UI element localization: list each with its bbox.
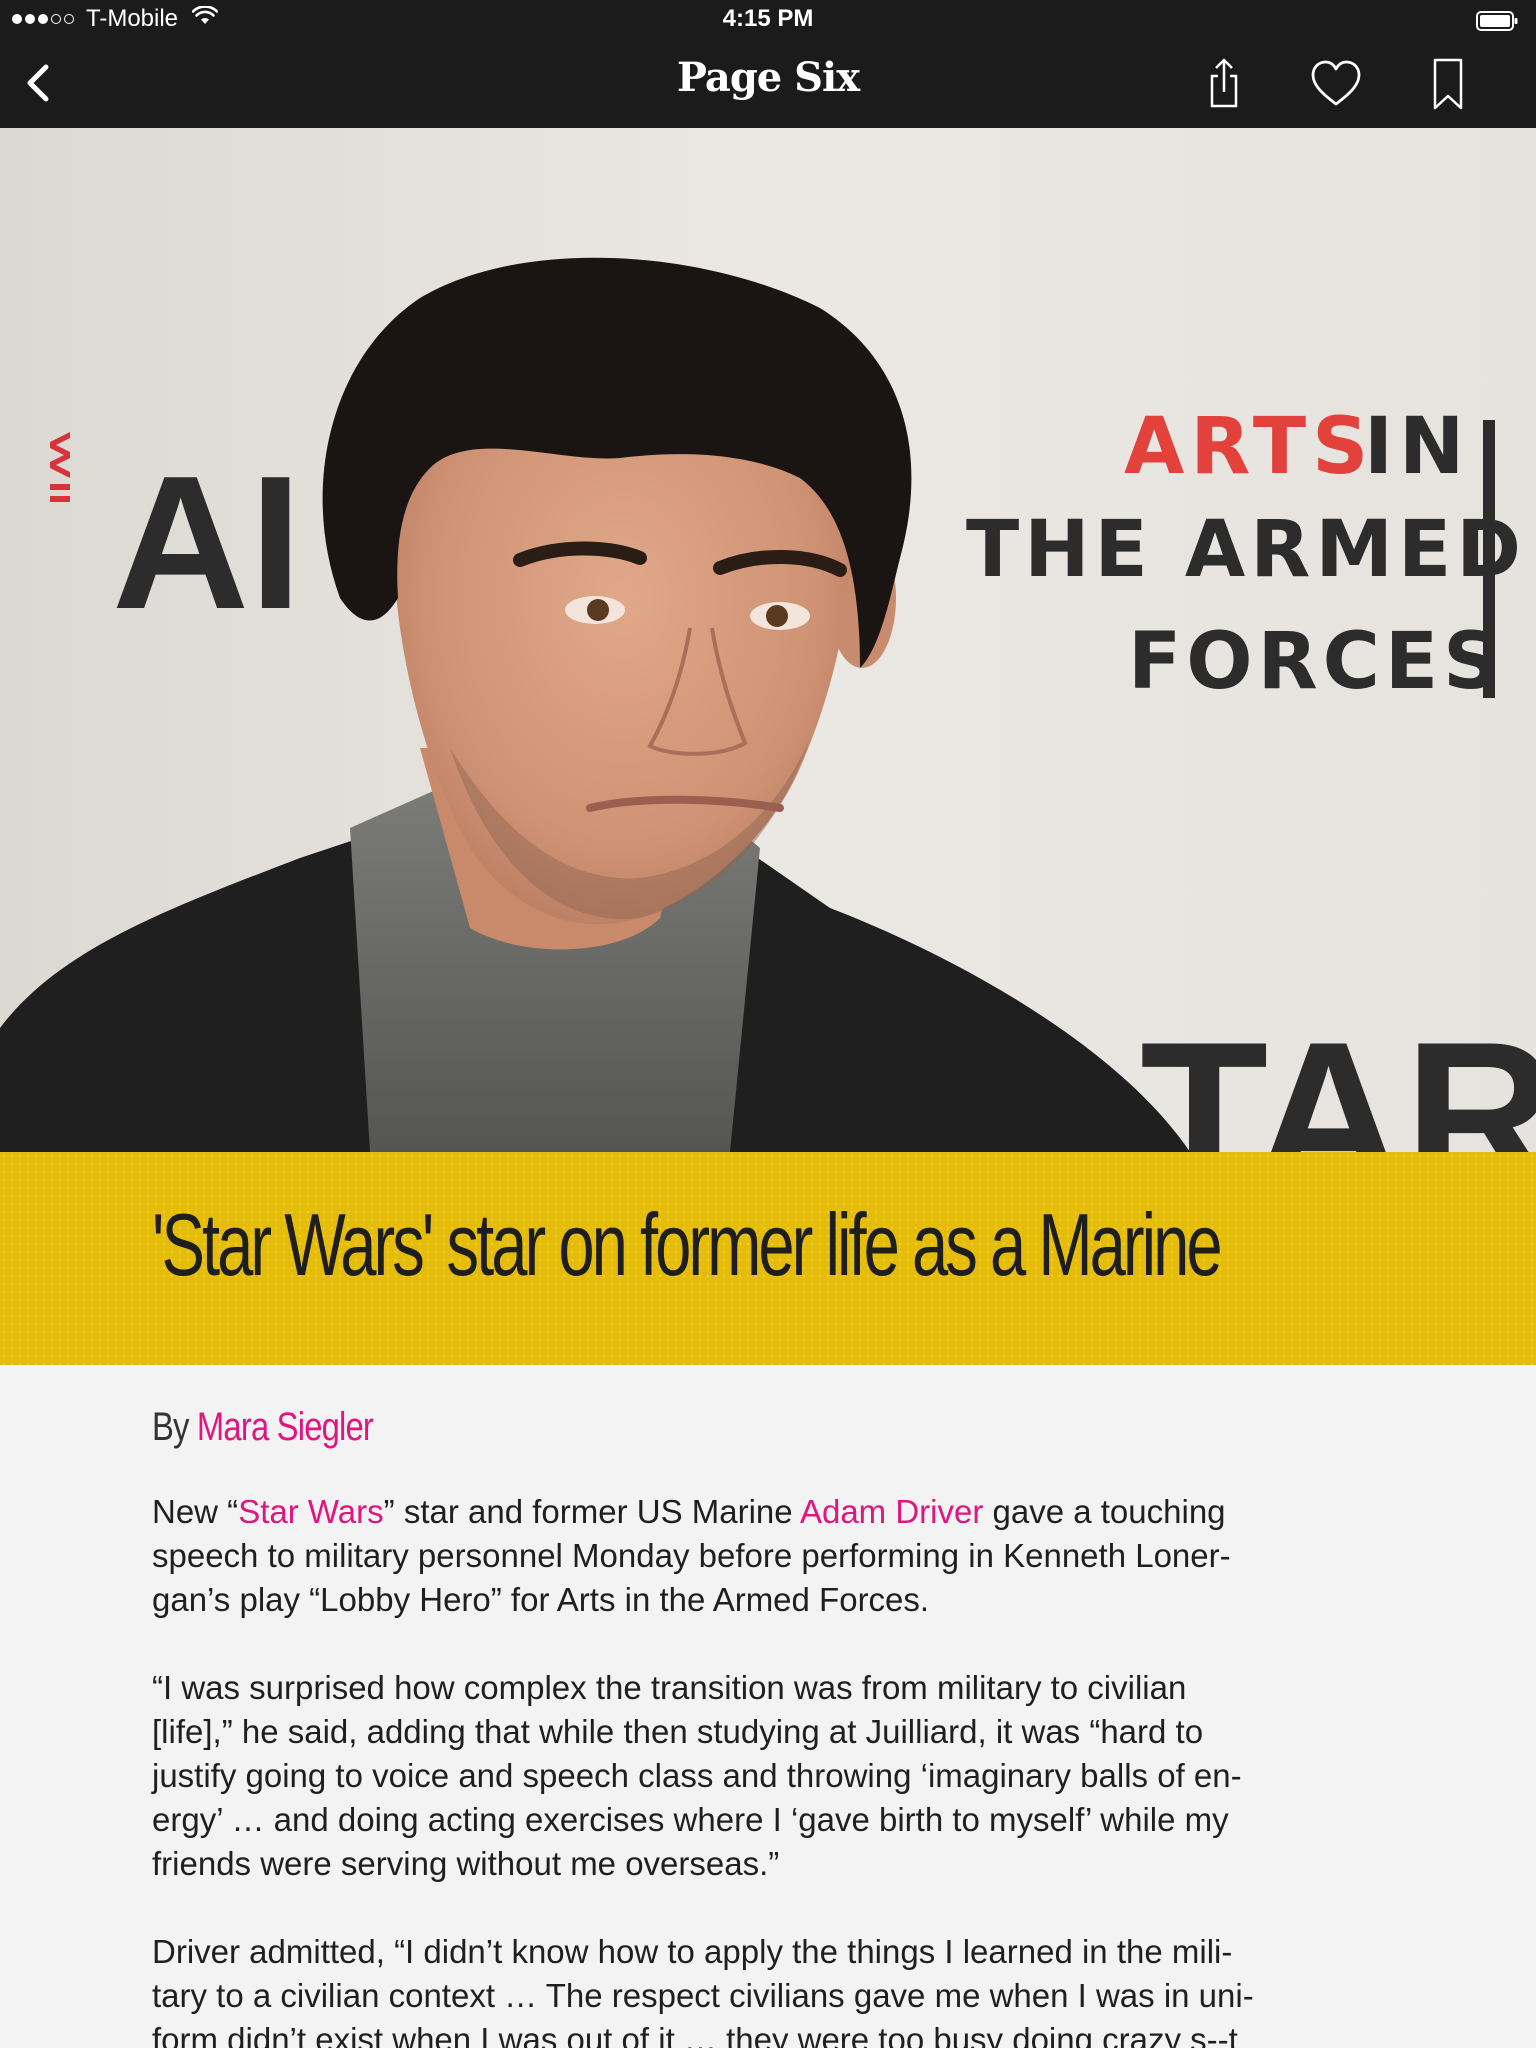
paragraph-text: New “ <box>152 1493 239 1530</box>
article-paragraph: “I was surprised how complex the transit… <box>152 1666 1382 1886</box>
paragraph-text: ” star and former US Marine <box>383 1493 800 1530</box>
paragraph-text: “I was surprised how complex the transit… <box>152 1669 1187 1706</box>
backdrop-divider <box>1483 420 1495 698</box>
paragraph-text: tary to a civilian context … The respect… <box>152 1977 1254 2014</box>
backdrop-bottom-text: TAR <box>1140 998 1536 1152</box>
like-button[interactable] <box>1306 54 1366 114</box>
adam-driver-link[interactable]: Adam Driver <box>800 1493 983 1530</box>
star-wars-link[interactable]: Star Wars <box>238 1493 383 1530</box>
battery-icon <box>1476 10 1518 31</box>
hero-photo: AI ARTS IN THE ARMED FORCES TAR <box>0 128 1536 1152</box>
article-body: By Mara Siegler New “Star Wars” star and… <box>152 1365 1382 2048</box>
bookmark-button[interactable] <box>1418 54 1478 114</box>
app-screen: T-Mobile 4:15 PM Page Six AI ARTS IN THE… <box>0 0 1536 2048</box>
byline: By Mara Siegler <box>152 1405 1161 1450</box>
author-link[interactable]: Mara Siegler <box>197 1405 374 1449</box>
nav-bar: Page Six <box>0 40 1536 128</box>
paragraph-text: ergy’ … and doing acting exercises where… <box>152 1801 1229 1838</box>
backdrop-line-arts: ARTS <box>1124 402 1374 492</box>
article-paragraph: New “Star Wars” star and former US Marin… <box>152 1490 1382 1622</box>
paragraph-text: gan’s play “Lobby Hero” for Arts in the … <box>152 1581 930 1618</box>
headline-banner: 'Star Wars' star on former life as a Mar… <box>0 1152 1536 1365</box>
paragraph-text: form didn’t exist when I was out of it …… <box>152 2021 1238 2048</box>
byline-prefix: By <box>152 1405 197 1449</box>
bookmark-icon <box>1433 58 1463 110</box>
backdrop-line-armed: THE ARMED <box>966 505 1526 595</box>
heart-icon <box>1311 60 1361 106</box>
paragraph-text: gave a touching <box>983 1493 1226 1530</box>
paragraph-text: friends were serving without me overseas… <box>152 1845 780 1882</box>
status-bar: T-Mobile 4:15 PM <box>0 0 1536 40</box>
status-time: 4:15 PM <box>722 5 814 32</box>
backdrop-line-forces: FORCES <box>1128 617 1504 707</box>
paragraph-text: [life],” he said, adding that while then… <box>152 1713 1204 1750</box>
paragraph-text: speech to military personnel Monday befo… <box>152 1537 1231 1574</box>
article-paragraph: Driver admitted, “I didn’t know how to a… <box>152 1930 1382 2048</box>
paragraph-text: justify going to voice and speech class … <box>152 1757 1242 1794</box>
backdrop-left-text: AI <box>112 437 302 649</box>
share-button[interactable] <box>1194 54 1254 114</box>
paragraph-text: Driver admitted, “I didn’t know how to a… <box>152 1933 1233 1970</box>
hero-photo-illustration: AI ARTS IN THE ARMED FORCES TAR <box>0 128 1536 1152</box>
backdrop-line-in: IN <box>1364 402 1470 492</box>
share-icon <box>1210 58 1238 108</box>
article-headline: 'Star Wars' star on former life as a Mar… <box>152 1195 1223 1294</box>
